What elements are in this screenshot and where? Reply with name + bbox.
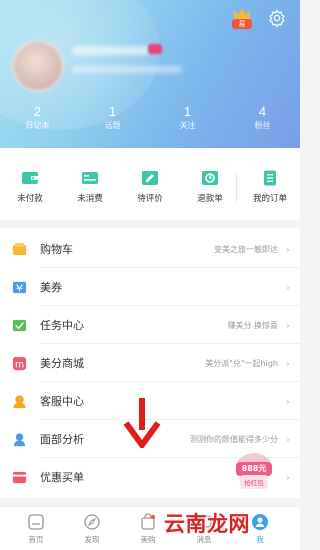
nav-label: 我 — [256, 535, 264, 544]
me-icon — [252, 514, 268, 530]
order-unpaid[interactable]: 未付款 — [0, 170, 60, 220]
nav-discover[interactable]: 发现 — [64, 507, 120, 550]
stat-label: 关注 — [179, 121, 196, 130]
vip-tag: 易 — [232, 19, 252, 29]
menu-label: 优惠买单 — [40, 471, 84, 484]
face-icon — [13, 432, 26, 446]
red-packet-amount: 888元 — [241, 464, 267, 473]
username-blurred[interactable] — [72, 46, 150, 55]
mall-icon: m — [12, 356, 27, 370]
nav-label: 美购 — [140, 535, 156, 544]
menu-hint: 赚美分 换惊喜 — [227, 320, 278, 330]
shopping-bag-icon — [141, 513, 155, 530]
menu-item-coupons[interactable]: 美券 › — [0, 268, 300, 306]
nav-label: 发现 — [84, 535, 100, 544]
stat-value: 4 — [258, 104, 267, 119]
order-shortcuts: 未付款 未消费 待评价 退款单 我的订单 — [0, 148, 300, 220]
stat-topics[interactable]: 1 话题 — [75, 104, 150, 140]
wallet-icon — [22, 172, 38, 184]
menu-label: 面部分析 — [40, 433, 84, 446]
order-to-review[interactable]: 待评价 — [120, 170, 180, 220]
stat-label: 日记本 — [25, 121, 50, 130]
order-label: 我的订单 — [252, 194, 287, 204]
bottom-nav: 首页 发现 美购 消息 我 — [0, 506, 300, 550]
order-refunds[interactable]: 退款单 — [180, 170, 240, 220]
vip-crown-icon[interactable]: 易 — [232, 8, 252, 30]
watermark-text: 云南龙网 — [164, 511, 250, 536]
svg-text:m: m — [15, 359, 24, 370]
stat-followers[interactable]: 4 粉丝 — [225, 104, 300, 140]
menu-label: 美券 — [40, 281, 62, 294]
menu-label: 美分商城 — [40, 357, 84, 370]
stat-label: 话题 — [104, 121, 121, 130]
coupon-icon — [12, 281, 27, 293]
arrow-down-icon — [123, 398, 161, 448]
stat-value: 2 — [33, 104, 42, 119]
order-unconsumed[interactable]: 未消费 — [60, 170, 120, 220]
nav-home[interactable]: 首页 — [8, 507, 64, 550]
chevron-right-icon: › — [285, 394, 290, 408]
service-icon — [13, 394, 26, 408]
stat-value: 1 — [108, 104, 117, 119]
red-packet-label: 抢红包 — [244, 479, 264, 487]
profile-header: 易 2 日记本 1 话题 1 关注 4 粉丝 — [0, 0, 300, 148]
stat-label: 粉丝 — [254, 121, 271, 130]
chevron-right-icon: › — [285, 318, 290, 332]
menu-label: 购物车 — [40, 243, 73, 256]
compass-icon — [84, 514, 100, 530]
chevron-right-icon: › — [285, 356, 290, 370]
menu-label: 任务中心 — [40, 319, 84, 332]
settings-gear-icon[interactable] — [268, 9, 286, 27]
chevron-right-icon: › — [285, 242, 290, 256]
stat-diary[interactable]: 2 日记本 — [0, 104, 75, 140]
profile-stats: 2 日记本 1 话题 1 关注 4 粉丝 — [0, 104, 300, 140]
home-icon — [28, 514, 44, 530]
order-label: 未付款 — [17, 194, 43, 204]
menu-hint: 变美之旅一触即达 — [214, 244, 278, 254]
user-info-blurred — [72, 66, 182, 73]
nav-label: 首页 — [28, 535, 44, 544]
order-label: 未消费 — [77, 194, 103, 204]
cart-icon — [12, 242, 27, 255]
menu-label: 客服中心 — [40, 395, 84, 408]
avatar[interactable] — [12, 40, 64, 92]
chevron-right-icon: › — [285, 280, 290, 294]
order-all[interactable]: 我的订单 — [240, 170, 300, 220]
menu-item-task-center[interactable]: 任务中心 赚美分 换惊喜 › — [0, 306, 300, 344]
chevron-right-icon: › — [285, 470, 290, 484]
stat-following[interactable]: 1 关注 — [150, 104, 225, 140]
menu-item-points-mall[interactable]: m 美分商城 美分派"兑"一起high › — [0, 344, 300, 382]
order-label: 待评价 — [137, 194, 163, 204]
menu-item-cart[interactable]: 购物车 变美之旅一触即达 › — [0, 230, 300, 268]
refund-icon — [202, 171, 218, 185]
red-packet-badge[interactable]: 888元 抢红包 — [232, 448, 276, 494]
menu-hint: 测测你的颜值能得多少分 — [190, 434, 278, 444]
stat-value: 1 — [183, 104, 192, 119]
level-badge-blurred — [148, 44, 162, 54]
divider — [236, 172, 237, 202]
discount-icon — [12, 471, 27, 483]
chevron-right-icon: › — [285, 432, 290, 446]
ticket-icon — [82, 172, 98, 184]
order-label: 退款单 — [197, 194, 223, 204]
menu-hint: 美分派"兑"一起high — [205, 358, 278, 368]
order-list-icon — [264, 170, 276, 186]
task-icon — [12, 319, 27, 331]
review-icon — [142, 171, 158, 185]
